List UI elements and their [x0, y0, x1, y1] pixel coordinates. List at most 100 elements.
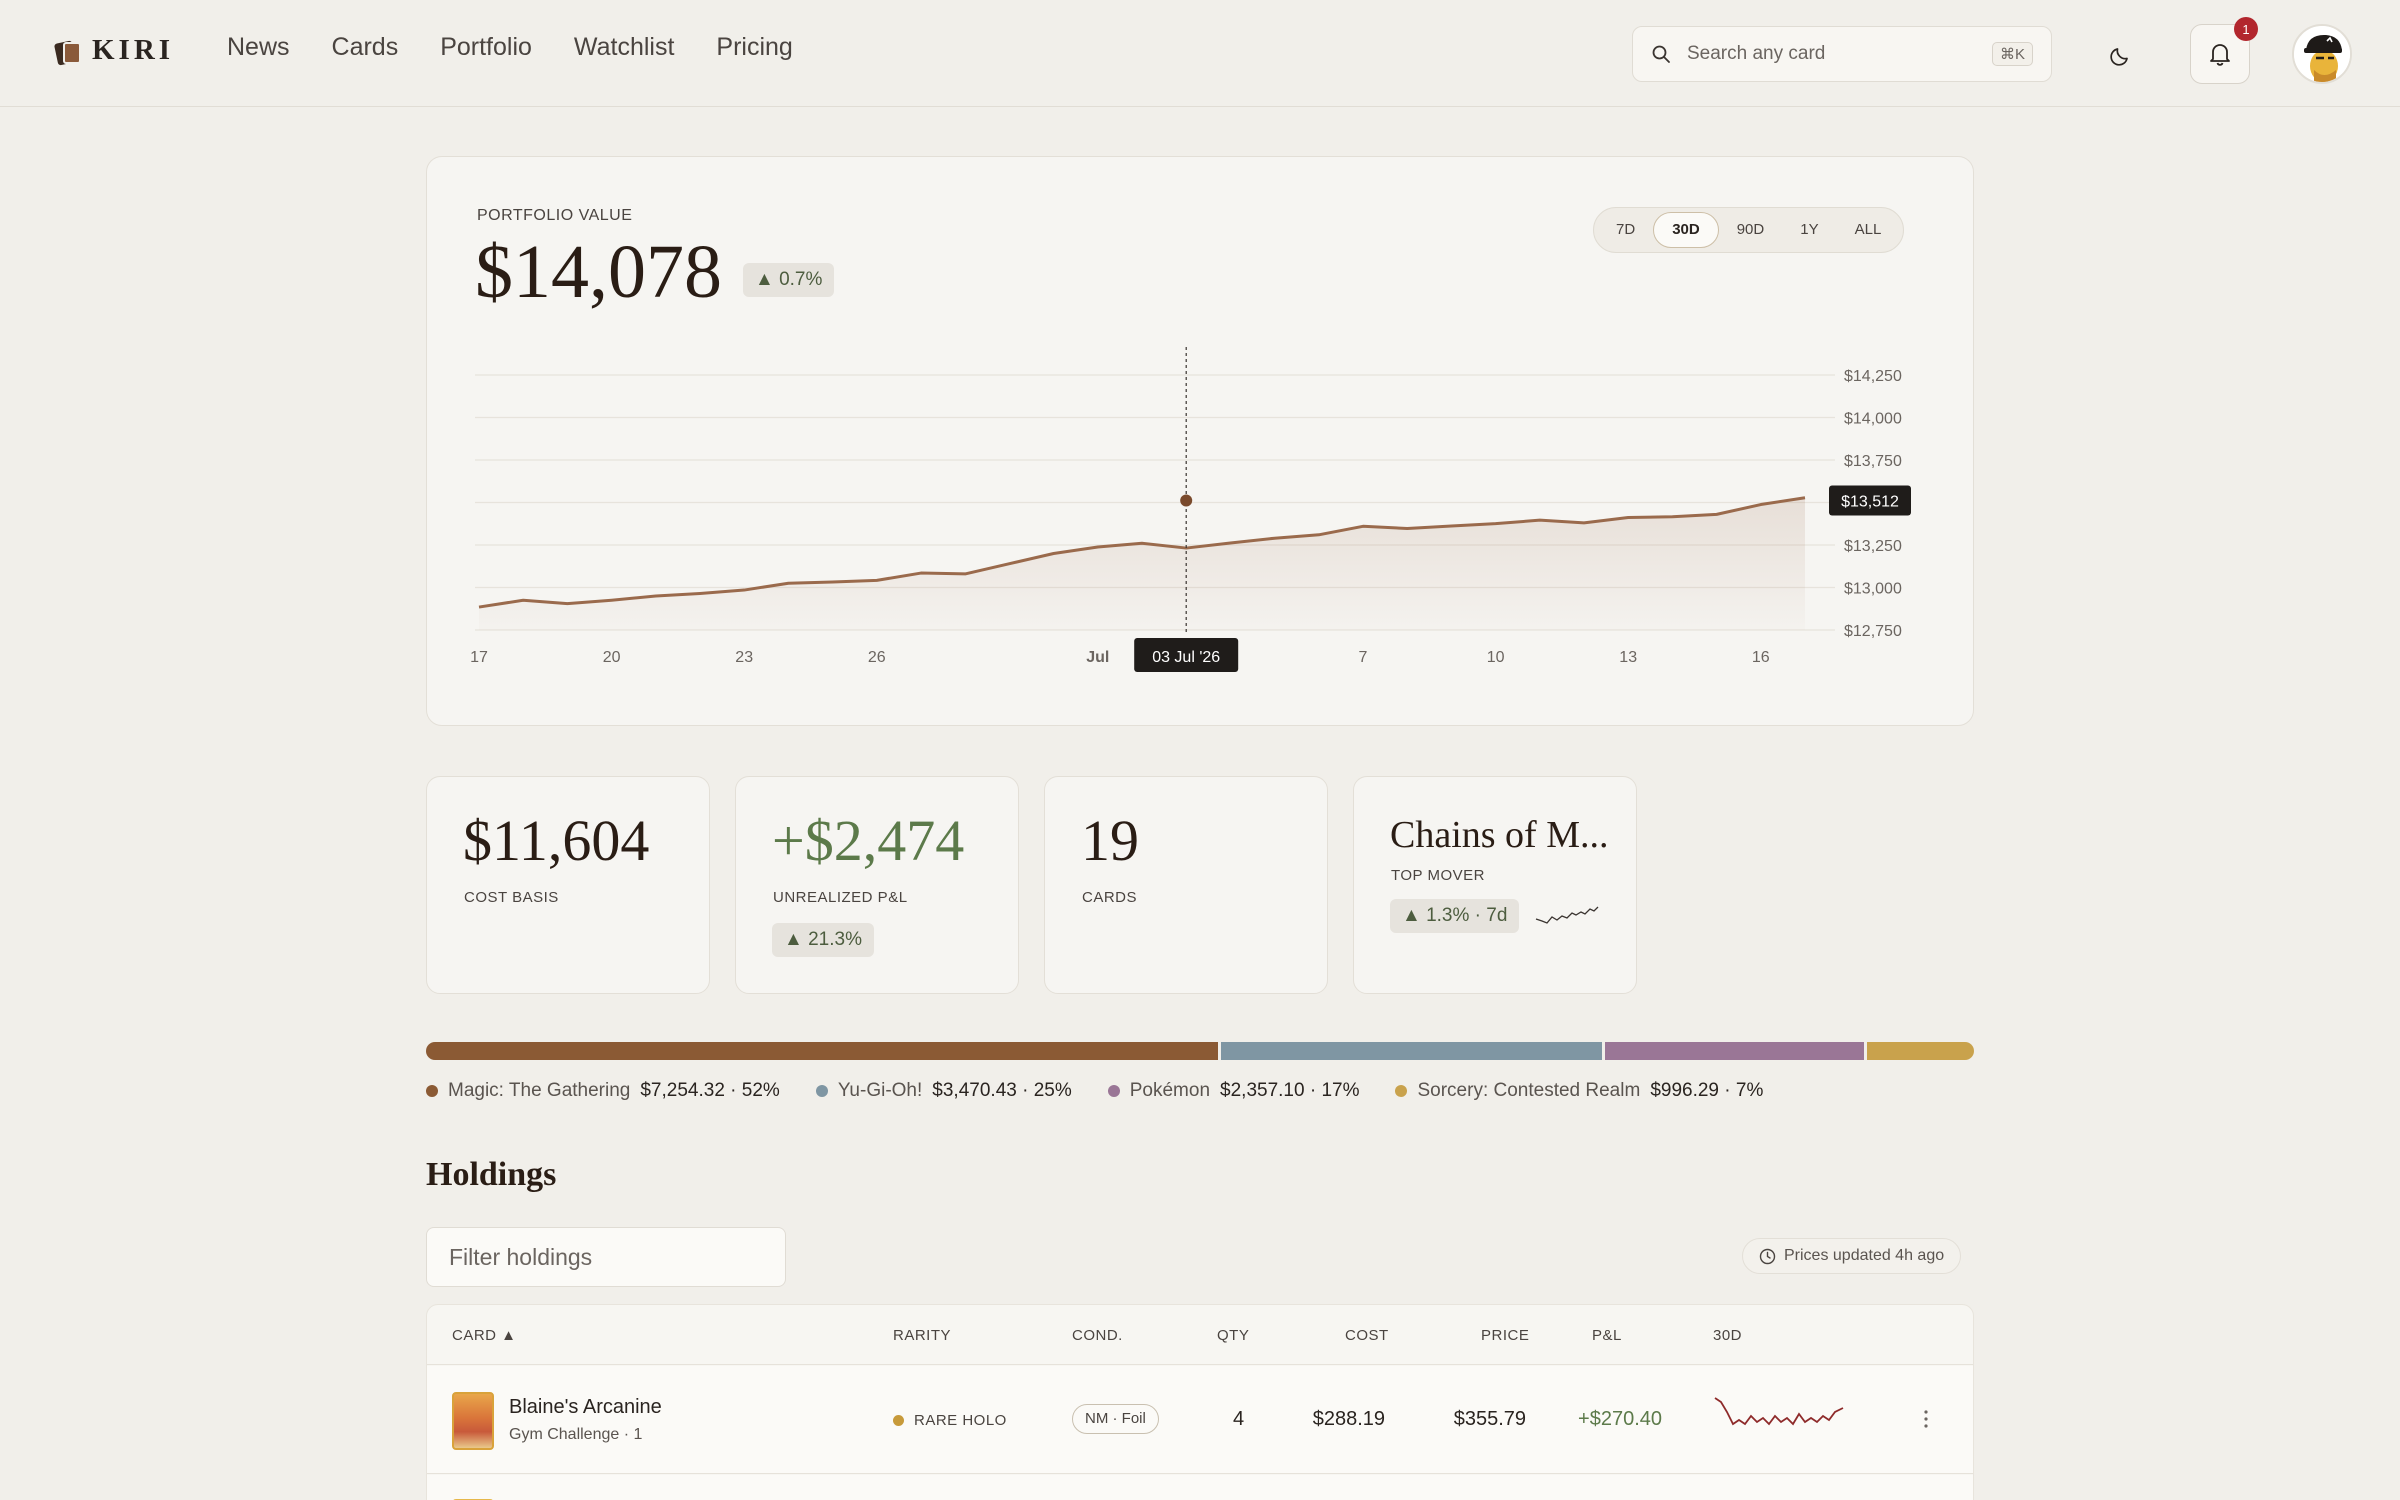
x-axis-tick-label: 16 — [1752, 649, 1770, 666]
x-axis-tick-label: 10 — [1487, 649, 1505, 666]
legend-value: $3,470.43 · 25% — [932, 1080, 1072, 1101]
portfolio-value-card: PORTFOLIO VALUE $14,078 ▲ 0.7% 7D 30D 90… — [426, 156, 1974, 726]
x-axis-tick-label: 23 — [735, 649, 753, 666]
cards-logo-icon — [53, 36, 82, 66]
brand-name: KIRI — [92, 34, 175, 66]
legend-item-sorcery[interactable]: Sorcery: Contested Realm $996.29 · 7% — [1395, 1080, 1763, 1102]
column-header-price[interactable]: PRICE — [1481, 1327, 1529, 1344]
legend-item-yugioh[interactable]: Yu-Gi-Oh! $3,470.43 · 25% — [815, 1080, 1072, 1102]
legend-name: Sorcery: Contested Realm — [1417, 1080, 1641, 1101]
brand-logo[interactable]: KIRI — [53, 34, 175, 67]
allocation-legend: Magic: The Gathering $7,254.32 · 52% Yu-… — [426, 1080, 1799, 1102]
unrealized-pl-label: UNREALIZED P&L — [773, 889, 908, 906]
30d-sparkline — [1714, 1397, 1844, 1426]
legend-dot — [815, 1085, 828, 1097]
highlight-point — [1180, 494, 1193, 507]
nav-item-watchlist[interactable]: Watchlist — [574, 33, 674, 62]
legend-dot — [1107, 1085, 1120, 1097]
nav-item-pricing[interactable]: Pricing — [716, 33, 792, 62]
column-header-qty[interactable]: QTY — [1217, 1327, 1249, 1344]
portfolio-value-chart[interactable]: $12,750 $13,000 $13,250 $13,750 $14,000 $14,2… — [427, 157, 1975, 727]
holdings-table: CARD ▲ RARITY COND. QTY COST PRICE P&L 3… — [426, 1304, 1974, 1500]
top-mover-card[interactable]: Chains of M... TOP MOVER ▲ 1.3% · 7d — [1353, 776, 1637, 994]
search-input[interactable]: Search any card ⌘K — [1632, 26, 2052, 82]
qty-cell: 4 — [1233, 1408, 1245, 1430]
cards-count-value: 19 — [1081, 808, 1139, 873]
x-axis-tick-label: 7 — [1359, 649, 1368, 666]
condition-badge: NM · Foil — [1072, 1404, 1159, 1434]
legend-item-magic[interactable]: Magic: The Gathering $7,254.32 · 52% — [426, 1080, 780, 1102]
x-axis-tick-label: 17 — [470, 649, 488, 666]
holdings-title: Holdings — [426, 1156, 557, 1193]
y-axis-tick-label: $12,750 — [1844, 623, 1902, 640]
allocation-segment-2[interactable] — [1221, 1042, 1603, 1060]
card-thumbnail — [452, 1392, 494, 1450]
legend-dot — [426, 1085, 438, 1097]
cost-cell: $288.19 — [1312, 1408, 1385, 1430]
nav-item-portfolio[interactable]: Portfolio — [440, 33, 532, 62]
legend-item-pokemon[interactable]: Pokémon $2,357.10 · 17% — [1107, 1080, 1360, 1102]
y-axis-tick-label: $13,000 — [1844, 581, 1902, 598]
table-header: CARD ▲ RARITY COND. QTY COST PRICE P&L 3… — [427, 1305, 1973, 1365]
allocation-segment-1[interactable] — [426, 1042, 1219, 1060]
legend-name: Magic: The Gathering — [448, 1080, 631, 1101]
top-mover-label: TOP MOVER — [1391, 867, 1485, 884]
y-axis-tick-label: $13,750 — [1844, 453, 1902, 470]
allocation-bar — [426, 1042, 1974, 1060]
legend-name: Pokémon — [1129, 1080, 1211, 1101]
column-header-pl[interactable]: P&L — [1592, 1327, 1622, 1344]
avatar[interactable] — [2292, 24, 2352, 84]
legend-value: $996.29 · 7% — [1650, 1080, 1764, 1101]
legend-value: $7,254.32 · 52% — [640, 1080, 780, 1101]
top-bar: KIRI News Cards Portfolio Watchlist Pric… — [0, 0, 2400, 107]
more-options-icon[interactable] — [1921, 1404, 1931, 1434]
y-axis-tick-label: $14,000 — [1844, 411, 1902, 428]
legend-dot — [1395, 1085, 1408, 1097]
legend-value: $2,357.10 · 17% — [1220, 1080, 1360, 1101]
prices-updated-text: Prices updated 4h ago — [1784, 1247, 1945, 1264]
price-cell: $355.79 — [1453, 1408, 1526, 1430]
y-axis-tick-label: $14,250 — [1844, 368, 1902, 385]
column-header-30d: 30D — [1713, 1327, 1743, 1344]
table-row[interactable]: Blaine's Arcanine Gym Challenge · 1 RARE… — [427, 1366, 1973, 1474]
main-nav: News Cards Portfolio Watchlist Pricing — [227, 33, 835, 62]
x-axis-tick-label: 26 — [868, 649, 886, 666]
moon-icon — [2110, 48, 2128, 66]
prices-updated-badge: Prices updated 4h ago — [1742, 1238, 1962, 1274]
column-header-cost[interactable]: COST — [1345, 1327, 1389, 1344]
bell-icon — [2210, 44, 2230, 66]
cost-basis-label: COST BASIS — [464, 889, 559, 906]
table-row[interactable] — [427, 1475, 1973, 1500]
y-axis-tick-label: $13,250 — [1844, 538, 1902, 555]
legend-name: Yu-Gi-Oh! — [837, 1080, 923, 1101]
x-axis-tick-label: 20 — [603, 649, 621, 666]
top-mover-name: Chains of M... — [1390, 814, 1609, 856]
nav-item-cards[interactable]: Cards — [332, 33, 399, 62]
chart-area — [479, 497, 1805, 630]
column-header-rarity[interactable]: RARITY — [893, 1327, 951, 1344]
top-mover-sparkline — [1535, 906, 1599, 924]
rarity-dot — [893, 1415, 904, 1426]
cards-count-label: CARDS — [1082, 889, 1138, 906]
cost-basis-value: $11,604 — [463, 808, 650, 873]
cost-basis-card: $11,604 COST BASIS — [426, 776, 710, 994]
search-icon — [1652, 45, 1670, 63]
column-header-card[interactable]: CARD ▲ — [452, 1327, 517, 1344]
clock-icon — [1759, 1248, 1776, 1264]
column-header-cond[interactable]: COND. — [1072, 1327, 1123, 1344]
filter-holdings-input[interactable]: Filter holdings — [426, 1227, 786, 1287]
nav-item-news[interactable]: News — [227, 33, 290, 62]
top-mover-change-badge: ▲ 1.3% · 7d — [1390, 899, 1520, 933]
unrealized-pl-card: +$2,474 UNREALIZED P&L ▲ 21.3% — [735, 776, 1019, 994]
card-name[interactable]: Blaine's Arcanine — [509, 1396, 662, 1419]
notifications-button[interactable]: 1 — [2190, 17, 2258, 84]
pl-cell: +$270.40 — [1578, 1408, 1662, 1430]
search-shortcut: ⌘K — [1991, 42, 2033, 66]
x-axis-tick-label: Jul — [1086, 649, 1109, 666]
allocation-segment-3[interactable] — [1605, 1042, 1865, 1060]
search-placeholder: Search any card — [1687, 43, 1826, 64]
x-axis-tick-label: 13 — [1619, 649, 1637, 666]
allocation-segment-4[interactable] — [1867, 1042, 1974, 1060]
theme-toggle-button[interactable] — [2100, 36, 2140, 76]
x-tooltip-date: 03 Jul '26 — [1152, 649, 1220, 666]
